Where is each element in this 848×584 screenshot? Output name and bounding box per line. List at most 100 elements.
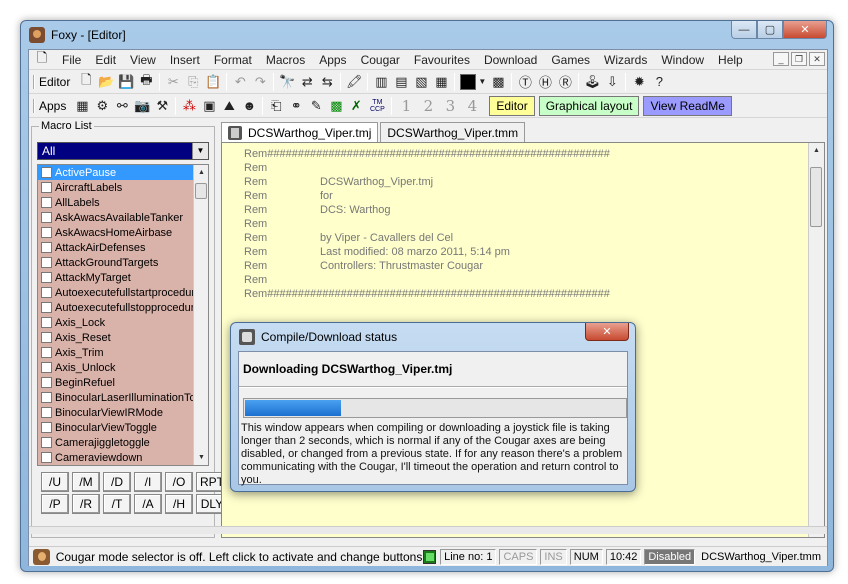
mdi-restore-button[interactable]: ❐ (791, 52, 807, 66)
macro-list-item[interactable]: AskAwacsAvailableTanker (38, 210, 194, 225)
question-icon[interactable]: ▧ (411, 72, 431, 92)
macro-checkbox[interactable] (41, 437, 52, 448)
h-circle-icon[interactable]: Ⓗ (535, 72, 555, 92)
tm-ccp-icon[interactable]: TM CCP (366, 96, 388, 116)
tools-icon[interactable]: ⚒ (152, 96, 172, 116)
help-icon[interactable]: ? (649, 72, 669, 92)
redo-icon[interactable]: ↷ (250, 72, 270, 92)
macro-checkbox[interactable] (41, 257, 52, 268)
person-icon[interactable]: ☻ (239, 96, 259, 116)
joystick-icon[interactable]: 🕹 (582, 72, 602, 92)
tip-icon[interactable]: ✹ (629, 72, 649, 92)
color-dropdown-icon[interactable]: ▼ (476, 72, 488, 92)
menu-format[interactable]: Format (207, 50, 259, 70)
macro-filter-select[interactable]: All ▼ (37, 142, 209, 160)
menu-games[interactable]: Games (544, 50, 597, 70)
restore-button[interactable]: ▢ (757, 21, 783, 39)
menu-apps[interactable]: Apps (312, 50, 353, 70)
editor-scroll-thumb[interactable] (810, 167, 822, 227)
foxy-app-icon[interactable] (29, 27, 45, 43)
menu-favourites[interactable]: Favourites (407, 50, 477, 70)
macro-checkbox[interactable] (41, 272, 52, 283)
open-folder-icon[interactable]: 📂 (96, 72, 116, 92)
macro-checkbox[interactable] (41, 422, 52, 433)
cmd-p-button[interactable]: /P (41, 494, 69, 514)
editor-scrollbar[interactable]: ▲ ▼ (808, 143, 824, 537)
cmd-i-button[interactable]: /I (134, 472, 162, 492)
cmd-d-button[interactable]: /D (103, 472, 131, 492)
cross-icon[interactable]: ✗ (346, 96, 366, 116)
macro-list-item[interactable]: AllLabels (38, 195, 194, 210)
macro-list-item[interactable]: Autoexecutefullstartprocedure (38, 285, 194, 300)
macro-checkbox[interactable] (41, 347, 52, 358)
scroll-down-icon[interactable]: ▼ (194, 450, 208, 465)
macro-list-item[interactable]: AttackAirDefenses (38, 240, 194, 255)
save-icon[interactable]: 💾 (116, 72, 136, 92)
macro-list-item[interactable]: Autoexecutefullstopprocedure (38, 300, 194, 315)
macro-checkbox[interactable] (41, 452, 52, 463)
mdi-close-button[interactable]: ✕ (809, 52, 825, 66)
cougar-mode-icon[interactable] (33, 548, 50, 565)
link-icon[interactable]: ⚯ (112, 96, 132, 116)
copy-icon[interactable]: ⎘ (183, 72, 203, 92)
print-icon[interactable]: 🖶 (136, 72, 156, 92)
panel-icon[interactable]: ▥ (371, 72, 391, 92)
minimize-button[interactable]: — (731, 21, 757, 39)
cmd-h-button[interactable]: /H (165, 494, 193, 514)
menu-wizards[interactable]: Wizards (597, 50, 654, 70)
mode-4-button[interactable]: 4 (461, 97, 483, 115)
r-circle-icon[interactable]: Ⓡ (555, 72, 575, 92)
download-icon[interactable]: ⇩ (602, 72, 622, 92)
macro-list-item[interactable]: AttackGroundTargets (38, 255, 194, 270)
undo-icon[interactable]: ↶ (230, 72, 250, 92)
script-icon[interactable]: ✎ (306, 96, 326, 116)
menu-view[interactable]: View (123, 50, 163, 70)
macro-list-item[interactable]: ActivePause (38, 165, 194, 180)
dialog-close-button[interactable]: ✕ (585, 323, 629, 341)
macro-checkbox[interactable] (41, 182, 52, 193)
document-icon[interactable]: 🗋 (33, 50, 51, 68)
table-icon[interactable]: ▦ (431, 72, 451, 92)
macro-checkbox[interactable] (41, 392, 52, 403)
color-picker-swatch[interactable] (460, 73, 477, 90)
scroll-up-icon[interactable]: ▲ (809, 143, 824, 158)
menu-download[interactable]: Download (477, 50, 544, 70)
graphical-layout-button[interactable]: Graphical layout (538, 95, 640, 116)
macro-checkbox[interactable] (41, 302, 52, 313)
macro-list-item[interactable]: Axis_Lock (38, 315, 194, 330)
paste-icon[interactable]: 📋 (203, 72, 223, 92)
macro-list-item[interactable]: BinocularViewIRMode (38, 405, 194, 420)
macro-list-item[interactable]: BinocularViewToggle (38, 420, 194, 435)
scatter-icon[interactable]: ⁂ (179, 96, 199, 116)
cmd-r-button[interactable]: /R (72, 494, 100, 514)
mode-3-button[interactable]: 3 (439, 97, 461, 115)
camera-icon[interactable]: 📷 (132, 96, 152, 116)
macro-list-item[interactable]: AircraftLabels (38, 180, 194, 195)
new-file-icon[interactable]: 🗋 (76, 72, 96, 92)
macro-list-item[interactable]: AskAwacsHomeAirbase (38, 225, 194, 240)
macro-checkbox[interactable] (41, 242, 52, 253)
horizontal-scrollbar[interactable] (29, 526, 827, 534)
menu-insert[interactable]: Insert (163, 50, 207, 70)
macro-list-item[interactable]: BeginRefuel (38, 375, 194, 390)
macro-checkbox[interactable] (41, 332, 52, 343)
macro-list-scrollbar[interactable]: ▲ ▼ (193, 165, 208, 465)
settings-icon[interactable]: ⚙ (92, 96, 112, 116)
macro-checkbox[interactable] (41, 287, 52, 298)
cmd-o-button[interactable]: /O (165, 472, 193, 492)
menu-help[interactable]: Help (711, 50, 750, 70)
clipboard-icon[interactable]: ⎗ (266, 96, 286, 116)
macro-list-item[interactable]: BinocularLaserIlluminationTog (38, 390, 194, 405)
macro-list-item[interactable]: Axis_Unlock (38, 360, 194, 375)
macro-checkbox[interactable] (41, 227, 52, 238)
binoculars-icon[interactable]: ⚭ (286, 96, 306, 116)
menu-edit[interactable]: Edit (88, 50, 123, 70)
macro-checkbox[interactable] (41, 212, 52, 223)
scroll-thumb[interactable] (195, 183, 207, 199)
macro-checkbox[interactable] (41, 362, 52, 373)
list-icon[interactable]: ▤ (391, 72, 411, 92)
image-icon[interactable]: ▣ (199, 96, 219, 116)
title-bar[interactable]: Foxy - [Editor] — ▢ ✕ (21, 21, 833, 49)
macro-list-item[interactable]: Axis_Reset (38, 330, 194, 345)
find-icon[interactable]: 🔭 (277, 72, 297, 92)
